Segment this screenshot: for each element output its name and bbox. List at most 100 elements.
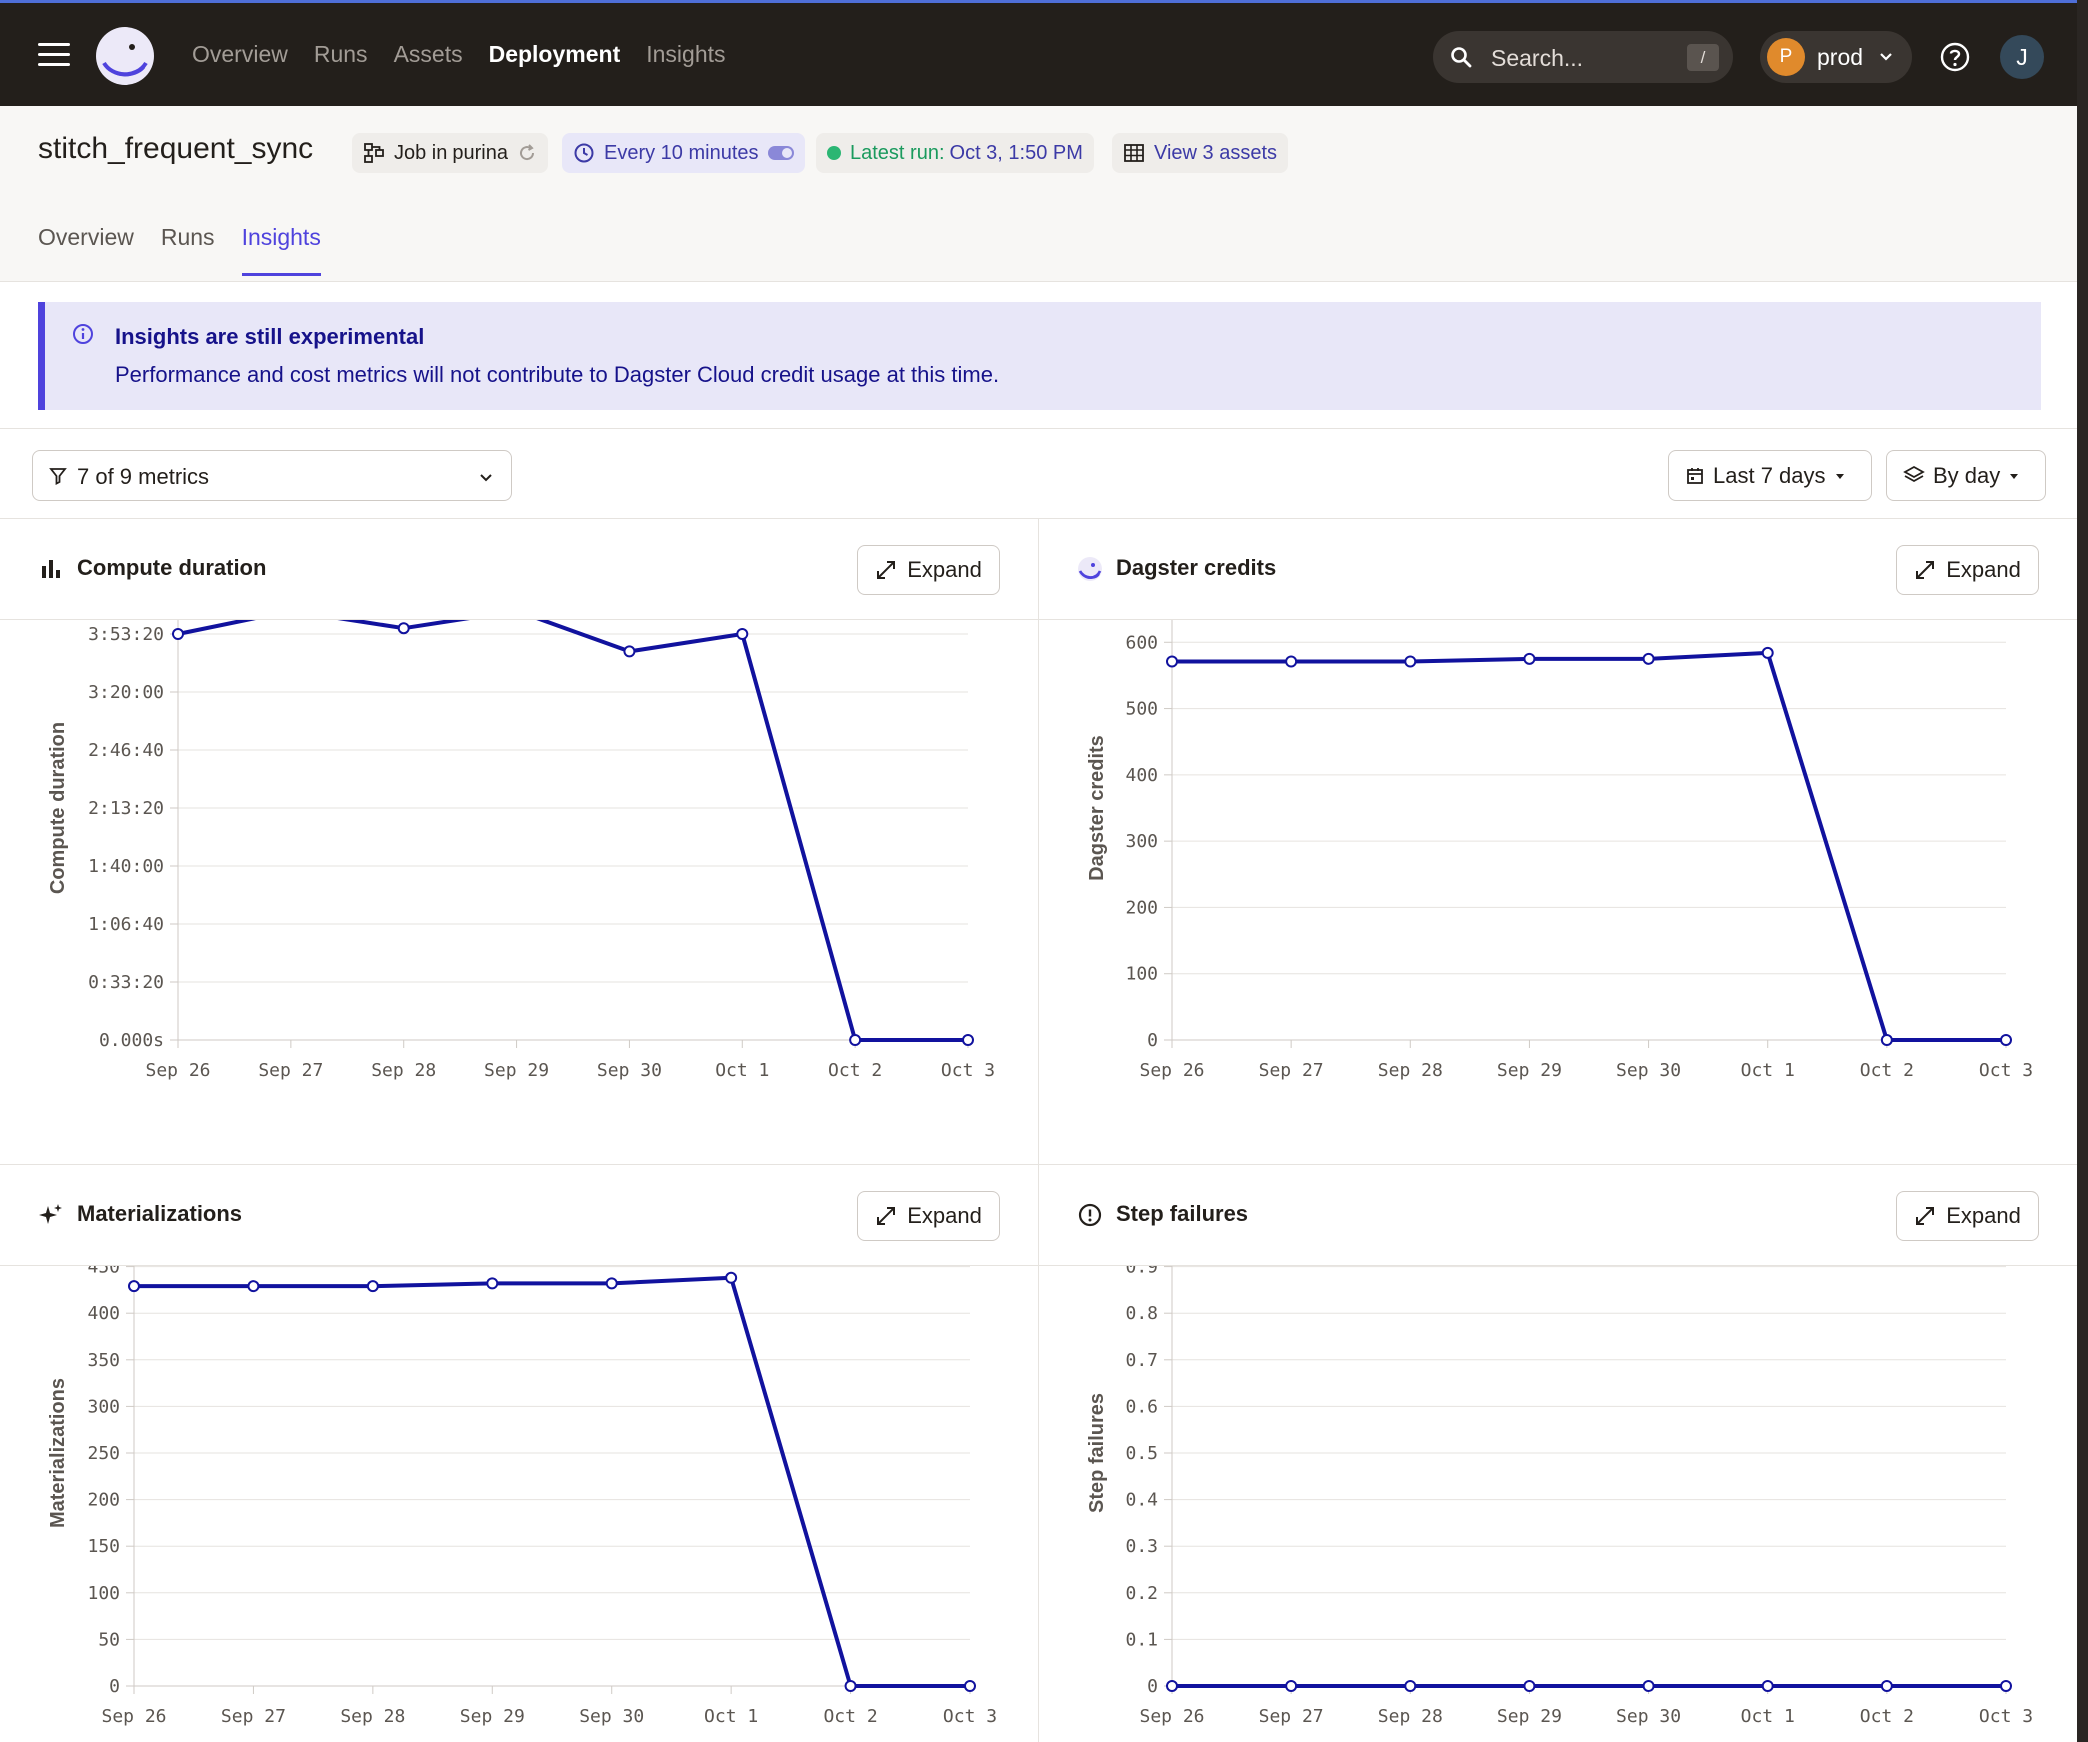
data-point: [128, 1280, 140, 1293]
nav-links: Overview Runs Assets Deployment Insights: [192, 41, 726, 68]
expand-button[interactable]: Expand: [857, 545, 1000, 595]
y-tick-label: 0: [1147, 1676, 1158, 1697]
data-point: [1642, 1680, 1655, 1692]
latest-run-time[interactable]: Oct 3, 1:50 PM: [950, 142, 1083, 165]
job-icon: [364, 143, 384, 163]
chart-card-header: Dagster credits Expand: [1039, 518, 2077, 620]
nav-runs[interactable]: Runs: [314, 41, 368, 68]
schedule-toggle[interactable]: [767, 146, 794, 160]
latest-run-label: Latest run:: [850, 141, 945, 164]
job-prefix: Job in: [394, 141, 448, 164]
y-tick-label: 0.1: [1125, 1629, 1158, 1650]
search-input[interactable]: Search... /: [1433, 31, 1733, 83]
y-tick-label: 1:06:40: [88, 914, 164, 935]
divider: [0, 428, 2077, 429]
data-point: [962, 1034, 974, 1046]
expand-label: Expand: [907, 1203, 982, 1228]
tab-overview[interactable]: Overview: [38, 224, 134, 276]
y-tick-label: 150: [87, 1536, 120, 1557]
expand-button[interactable]: Expand: [1896, 1191, 2039, 1241]
chart-card-compute-duration: Compute duration Expand 0.000s 0:33:20 1:0…: [0, 518, 1038, 1164]
chart-card-dagster-credits: Dagster credits Expand 0 100 200 300 400 500 6…: [1039, 518, 2077, 1164]
x-tick-label: Sep 27: [1259, 1060, 1324, 1081]
deployment-switcher[interactable]: P prod: [1760, 31, 1912, 83]
y-tick-label: 400: [1125, 765, 1158, 786]
refresh-icon[interactable]: [517, 143, 537, 163]
search-placeholder: Search...: [1491, 45, 1584, 71]
data-point: [1523, 652, 1536, 665]
nav-deployment[interactable]: Deployment: [489, 41, 621, 68]
chevron-down-icon: [480, 474, 492, 482]
y-tick-label: 0.000s: [99, 1030, 164, 1051]
grouping-label: By day: [1933, 462, 2001, 488]
data-point: [725, 1271, 738, 1284]
series-line: [134, 1275, 970, 1688]
y-tick-label: 3:53:20: [88, 624, 164, 645]
data-point: [1761, 646, 1774, 659]
chart-card-header: Step failures Expand: [1039, 1164, 2077, 1266]
data-point: [247, 1280, 260, 1293]
expand-button[interactable]: Expand: [1896, 545, 2039, 595]
org-name: prod: [1817, 44, 1864, 70]
x-tick-label: Oct 1: [704, 1706, 758, 1727]
data-point: [172, 628, 184, 640]
x-tick-label: Sep 29: [484, 1060, 549, 1081]
dagster-logo[interactable]: [94, 25, 156, 87]
user-avatar[interactable]: J: [2000, 35, 2044, 79]
chevron-down-icon: [1880, 53, 1892, 61]
x-tick-label: Sep 30: [579, 1706, 644, 1727]
calendar-icon: [1687, 467, 1703, 484]
expand-label: Expand: [1946, 557, 2021, 582]
metrics-filter-select[interactable]: 7 of 9 metrics: [32, 450, 512, 501]
latest-run-tag[interactable]: Latest run: Oct 3, 1:50 PM: [816, 133, 1094, 173]
data-point: [1404, 1680, 1417, 1692]
chart-card-header: Compute duration Expand: [0, 518, 1038, 620]
y-tick-label: 0.4: [1125, 1490, 1158, 1511]
chart-title: Dagster credits: [1116, 555, 1277, 580]
y-axis-title: Dagster credits: [1086, 735, 1108, 881]
view-assets-link[interactable]: View 3 assets: [1112, 133, 1289, 173]
x-tick-label: Oct 1: [715, 1060, 769, 1081]
menu-icon[interactable]: [38, 43, 70, 67]
expand-icon: [877, 1207, 896, 1225]
date-range-button[interactable]: Last 7 days: [1668, 450, 1872, 501]
job-location-tag[interactable]: Job in purina: [352, 133, 548, 173]
x-tick-label: Sep 28: [1378, 1706, 1443, 1727]
x-tick-label: Sep 30: [597, 1060, 662, 1081]
y-tick-label: 450: [87, 1266, 120, 1278]
nav-insights[interactable]: Insights: [646, 41, 725, 68]
data-point: [1166, 655, 1178, 668]
caret-down-icon: [2010, 473, 2019, 479]
bar-chart-icon: [42, 560, 60, 578]
nav-assets[interactable]: Assets: [394, 41, 463, 68]
alert-body: Performance and cost metrics will not co…: [115, 362, 1000, 387]
y-tick-label: 300: [1125, 831, 1158, 852]
y-tick-label: 100: [1125, 964, 1158, 985]
expand-button[interactable]: Expand: [857, 1191, 1000, 1241]
data-point: [366, 1280, 379, 1293]
y-tick-label: 2:13:20: [88, 798, 164, 819]
org-badge: P: [1767, 38, 1805, 76]
nav-overview[interactable]: Overview: [192, 41, 288, 68]
tab-runs[interactable]: Runs: [161, 224, 215, 276]
schedule-tag[interactable]: Every 10 minutes: [562, 133, 805, 173]
y-tick-label: 0.5: [1125, 1443, 1158, 1464]
alert-title: Insights are still experimental: [115, 324, 425, 349]
metrics-filter-label: 7 of 9 metrics: [77, 464, 210, 489]
x-tick-label: Sep 28: [371, 1060, 436, 1081]
y-tick-label: 350: [87, 1350, 120, 1371]
chart-title: Compute duration: [77, 555, 267, 580]
schedule-label: Every 10 minutes: [604, 141, 759, 164]
y-tick-label: 0.9: [1125, 1266, 1158, 1278]
x-tick-label: Sep 29: [1497, 1060, 1562, 1081]
tab-insights[interactable]: Insights: [241, 224, 321, 276]
x-tick-label: Oct 1: [1741, 1060, 1795, 1081]
x-tick-label: Oct 3: [943, 1706, 997, 1727]
x-tick-label: Oct 2: [823, 1706, 877, 1727]
y-tick-label: 3:20:00: [88, 682, 164, 703]
x-tick-label: Sep 26: [101, 1706, 166, 1727]
y-tick-label: 0.3: [1125, 1536, 1158, 1557]
help-icon[interactable]: [1939, 41, 1971, 73]
grouping-button[interactable]: By day: [1886, 450, 2046, 501]
dagster-icon: [1078, 557, 1102, 581]
